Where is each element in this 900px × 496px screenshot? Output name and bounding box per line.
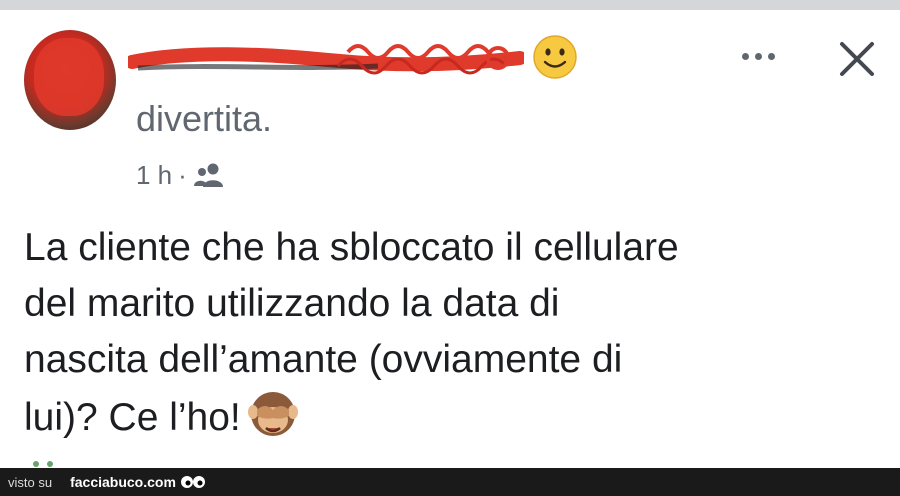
post-body-line: nascita dell’amante (ovviamente di [24,338,623,381]
more-options-icon [767,52,775,60]
author-name-redacted[interactable] [125,36,527,80]
top-strip [0,0,900,10]
post-body: La cliente che ha sbloccato il cellulare… [24,220,884,446]
more-options-icon [754,52,762,60]
redaction-scribble [125,44,527,75]
close-icon[interactable] [832,34,882,84]
watermark-site[interactable]: facciabuco.com [70,474,176,490]
post-meta: 1 h · [136,160,227,190]
eyes-logo-icon [180,476,205,488]
more-options-button[interactable] [728,36,788,76]
avatar-redaction [34,38,104,116]
post-body-line: La cliente che ha sbloccato il cellulare [24,226,679,269]
avatar[interactable] [24,30,116,130]
post-body-last-line: lui)? Ce l’ho! [24,388,884,446]
footer-divider-dots [33,461,53,467]
post-body-line: del marito utilizzando la data di [24,282,560,325]
post-body-line: lui)? Ce l’ho! [24,396,241,439]
more-options-icon [741,52,749,60]
timestamp[interactable]: 1 h [136,160,172,191]
meta-separator: · [178,159,187,190]
see-no-evil-monkey-emoji [247,392,298,436]
smiling-face-emoji [533,35,577,79]
watermark-bar: visto su facciabuco.com [0,468,900,496]
friends-icon[interactable] [193,161,227,189]
watermark-prefix: visto su [8,474,53,490]
activity-text: divertita. [136,98,273,139]
